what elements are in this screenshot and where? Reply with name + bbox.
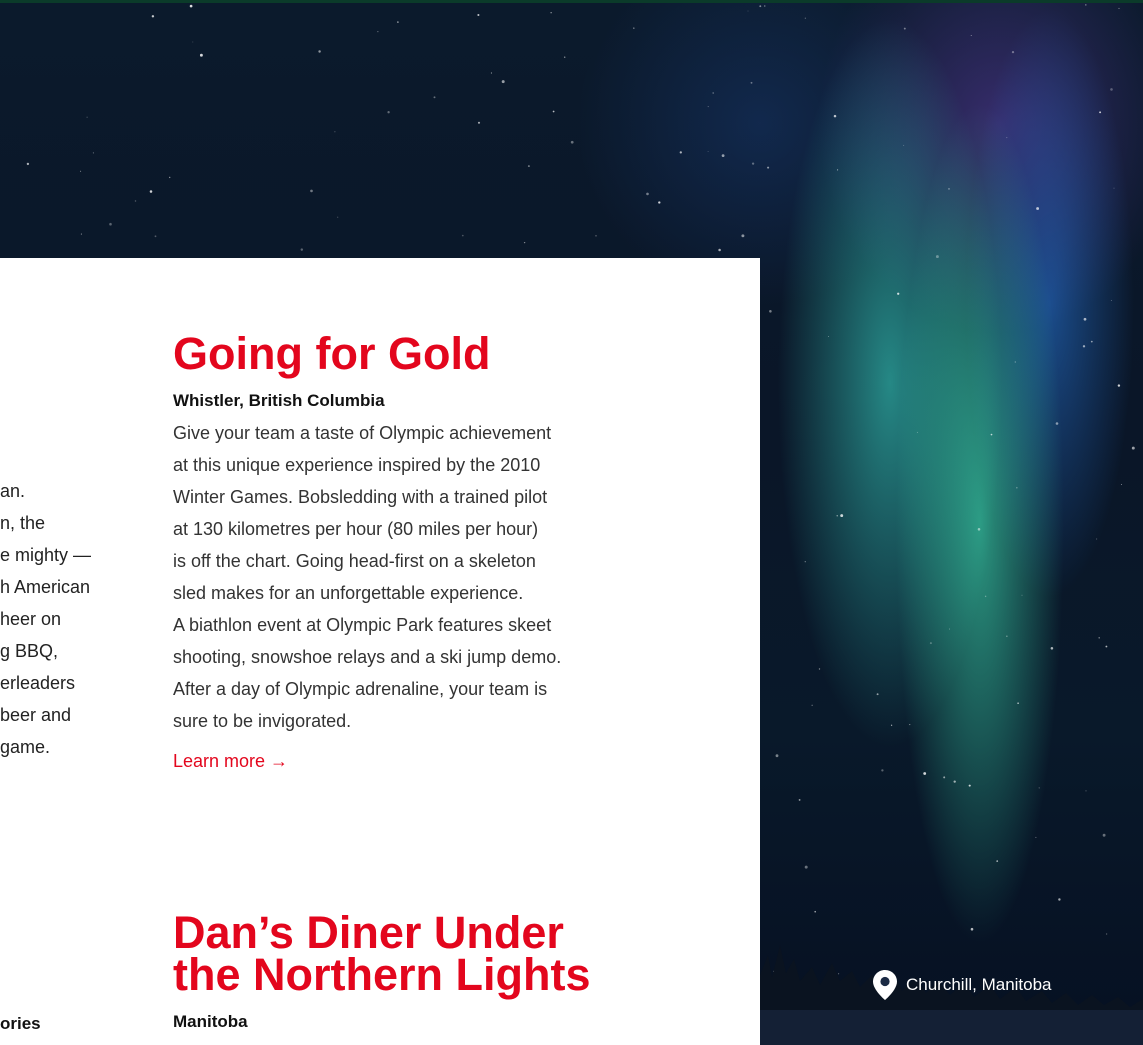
article-title: Going for Gold	[173, 328, 491, 379]
description-line: sled makes for an unforgettable experien…	[173, 583, 524, 603]
article-description: Give your team a taste of Olympic achiev…	[173, 417, 693, 737]
article-location: Whistler, British Columbia	[173, 391, 385, 410]
description-line: shooting, snowshoe relays and a ski jump…	[173, 647, 562, 667]
description-line: at 130 kilometres per hour (80 miles per…	[173, 519, 539, 539]
left-body-line: g BBQ,	[0, 641, 59, 661]
learn-more-link[interactable]: Learn more →	[173, 751, 288, 772]
left-body-line: e mighty —	[0, 545, 92, 565]
description-line: is off the chart. Going head-first on a …	[173, 551, 536, 571]
left-body-line: game.	[0, 737, 51, 757]
description-line: Give your team a taste of Olympic achiev…	[173, 423, 552, 443]
location-pin-icon	[873, 970, 897, 1000]
image-location-caption: Churchill, Manitoba	[872, 970, 1052, 1000]
left-category-label: ories	[0, 1014, 41, 1033]
description-line: sure to be invigorated.	[173, 711, 352, 731]
left-body-line: beer and	[0, 705, 72, 725]
description-line: After a day of Olympic adrenaline, your …	[173, 679, 548, 699]
left-body-line: h American	[0, 577, 91, 597]
left-body-line: heer on	[0, 609, 62, 629]
title-line: the Northern Lights	[173, 949, 591, 1000]
description-line: Winter Games. Bobsledding with a trained…	[173, 487, 548, 507]
left-body-line: n, the	[0, 513, 46, 533]
article-dans-diner: Dan’s Diner Under the Northern Lights Ma…	[173, 910, 693, 1032]
left-article-body-partial: an. n, the e mighty — h American heer on…	[0, 475, 140, 763]
location-caption-text: Churchill, Manitoba	[906, 975, 1052, 994]
article-location: Manitoba	[173, 1012, 248, 1031]
article-title: Dan’s Diner Under the Northern Lights	[173, 910, 693, 997]
article-going-for-gold: Going for Gold Whistler, British Columbi…	[173, 328, 693, 772]
left-body-line: erleaders	[0, 673, 76, 693]
left-body-line: an.	[0, 481, 26, 501]
description-line: at this unique experience inspired by th…	[173, 455, 541, 475]
description-line: A biathlon event at Olympic Park feature…	[173, 615, 552, 635]
